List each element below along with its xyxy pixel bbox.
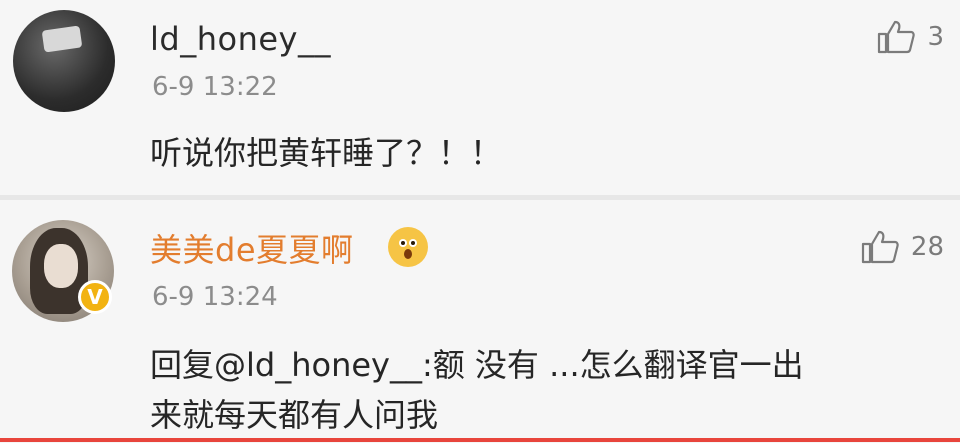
comment-item: ld_honey__ 6-9 13:22 3 听说你把黄轩睡了？！！ bbox=[0, 0, 960, 195]
comment-text: 听说你把黄轩睡了？！！ bbox=[150, 134, 503, 172]
like-count: 28 bbox=[910, 232, 944, 262]
comment-text-line: 来就每天都有人问我 bbox=[150, 396, 439, 434]
comment-text-line: 回复@ld_honey__:额 没有 ...怎么翻译官一出 bbox=[150, 346, 804, 384]
emoji-icon bbox=[388, 227, 428, 267]
username[interactable]: ld_honey__ bbox=[150, 20, 331, 58]
like-count: 3 bbox=[927, 22, 944, 52]
thumbs-up-icon bbox=[861, 230, 899, 264]
like-button[interactable]: 28 bbox=[861, 230, 944, 264]
comment-item: V 美美de夏夏啊 6-9 13:24 28 回复@ld_honey__:额 没… bbox=[0, 200, 960, 443]
thumbs-up-icon bbox=[878, 20, 916, 54]
bottom-border bbox=[0, 438, 960, 442]
username[interactable]: 美美de夏夏啊 bbox=[150, 225, 354, 271]
comment-text: 回复@ld_honey__:额 没有 ...怎么翻译官一出 来就每天都有人问我 bbox=[150, 340, 930, 440]
avatar[interactable] bbox=[13, 10, 115, 112]
timestamp: 6-9 13:22 bbox=[152, 72, 278, 102]
avatar-image-detail bbox=[44, 244, 78, 288]
timestamp: 6-9 13:24 bbox=[152, 282, 278, 312]
avatar-image-detail bbox=[41, 25, 83, 53]
like-button[interactable]: 3 bbox=[877, 20, 944, 54]
verified-badge-icon: V bbox=[78, 280, 112, 314]
